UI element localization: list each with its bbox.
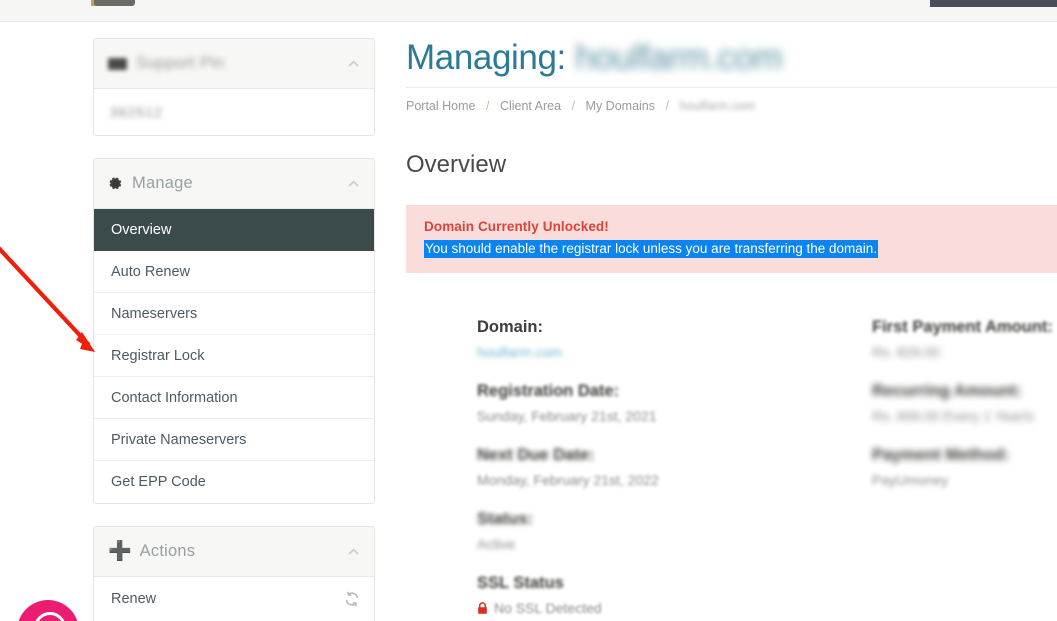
manage-panel-title: Manage bbox=[132, 174, 193, 192]
ssl-status-row: No SSL Detected bbox=[477, 600, 857, 616]
detail-label-registration-date: Registration Date: bbox=[477, 382, 620, 400]
detail-label-domain: Domain: bbox=[477, 318, 543, 336]
sidebar: Support Pin 362512 Manage Overview Auto … bbox=[93, 38, 375, 621]
breadcrumb-portal-home[interactable]: Portal Home bbox=[406, 99, 475, 113]
refresh-icon bbox=[344, 591, 360, 607]
navbar-left-chip[interactable] bbox=[91, 0, 135, 6]
sidebar-item-label: Registrar Lock bbox=[111, 347, 205, 364]
sidebar-item-label: Contact Information bbox=[111, 389, 238, 406]
sidebar-item-overview[interactable]: Overview bbox=[94, 209, 374, 251]
detail-value-next-due-date: Monday, February 21st, 2022 bbox=[477, 472, 659, 488]
detail-label-status: Status: bbox=[477, 510, 533, 528]
detail-value-payment-method: PayUmoney bbox=[872, 472, 949, 488]
breadcrumb: Portal Home / Client Area / My Domains /… bbox=[406, 87, 1057, 113]
top-navbar-strip bbox=[0, 0, 1057, 22]
sidebar-item-label: Private Nameservers bbox=[111, 431, 247, 448]
main-content: Managing: houlfarm.com Portal Home / Cli… bbox=[406, 38, 1057, 273]
chevron-up-icon[interactable] bbox=[347, 177, 360, 190]
detail-value-first-payment-amount: Rs. 829.00 bbox=[872, 344, 940, 360]
breadcrumb-my-domains[interactable]: My Domains bbox=[586, 99, 655, 113]
sidebar-item-registrar-lock[interactable]: Registrar Lock bbox=[94, 335, 374, 377]
support-pin-value: 362512 bbox=[110, 104, 163, 120]
sidebar-item-contact-information[interactable]: Contact Information bbox=[94, 377, 374, 419]
alert-message-selected: You should enable the registrar lock unl… bbox=[424, 240, 879, 258]
sidebar-item-label: Auto Renew bbox=[111, 263, 190, 280]
chat-widget-bubble[interactable] bbox=[17, 600, 79, 621]
support-pin-body: 362512 bbox=[94, 89, 374, 135]
sidebar-item-private-nameservers[interactable]: Private Nameservers bbox=[94, 419, 374, 461]
breadcrumb-separator: / bbox=[665, 99, 669, 113]
chevron-up-icon[interactable] bbox=[347, 545, 360, 558]
actions-list: Renew bbox=[94, 577, 374, 621]
page-title: Managing: houlfarm.com bbox=[406, 38, 1057, 78]
page-title-separator: : bbox=[556, 38, 567, 77]
page-title-domain: houlfarm.com bbox=[575, 38, 783, 77]
ssl-status-value: No SSL Detected bbox=[494, 600, 602, 616]
sidebar-item-label: Overview bbox=[111, 221, 172, 238]
sidebar-item-auto-renew[interactable]: Auto Renew bbox=[94, 251, 374, 293]
detail-value-registration-date: Sunday, February 21st, 2021 bbox=[477, 408, 657, 424]
action-item-label: Renew bbox=[111, 591, 157, 607]
detail-label-ssl-status: SSL Status bbox=[477, 574, 564, 592]
support-pin-panel: Support Pin 362512 bbox=[93, 38, 375, 136]
breadcrumb-separator: / bbox=[485, 99, 490, 113]
breadcrumb-separator: / bbox=[571, 99, 576, 113]
plus-icon: ➕ bbox=[108, 541, 132, 562]
section-title: Overview bbox=[406, 151, 507, 178]
gear-icon bbox=[108, 176, 123, 191]
lock-icon bbox=[477, 601, 488, 615]
manage-panel: Manage Overview Auto Renew Nameservers R… bbox=[93, 158, 375, 504]
support-pin-title: Support Pin bbox=[136, 54, 225, 72]
detail-label-first-payment-amount: First Payment Amount: bbox=[872, 318, 1053, 336]
detail-label-payment-method: Payment Method: bbox=[872, 446, 1010, 464]
details-right-column: First Payment Amount: Rs. 829.00 Recurri… bbox=[872, 318, 1057, 488]
sidebar-item-label: Get EPP Code bbox=[111, 474, 206, 490]
sidebar-item-nameservers[interactable]: Nameservers bbox=[94, 293, 374, 335]
alert-heading: Domain Currently Unlocked! bbox=[424, 219, 609, 234]
page-root: Support Pin 362512 Manage Overview Auto … bbox=[0, 0, 1057, 621]
manage-nav-list: Overview Auto Renew Nameservers Registra… bbox=[94, 209, 374, 503]
actions-panel-header[interactable]: ➕ Actions bbox=[94, 527, 374, 577]
detail-label-recurring-amount: Recurring Amount: bbox=[872, 382, 1022, 400]
navbar-right-chip[interactable] bbox=[930, 0, 1057, 7]
red-arrow-annotation bbox=[0, 246, 95, 352]
breadcrumb-client-area[interactable]: Client Area bbox=[500, 99, 561, 113]
details-left-column: Domain: houlfarm.com Registration Date: … bbox=[477, 318, 857, 616]
domain-unlocked-alert: Domain Currently Unlocked! You should en… bbox=[406, 205, 1057, 273]
detail-value-recurring-amount: Rs. 899.00 Every 1 Year/s bbox=[872, 408, 1034, 424]
detail-value-domain[interactable]: houlfarm.com bbox=[477, 344, 857, 360]
chevron-up-icon[interactable] bbox=[347, 57, 360, 70]
actions-panel: ➕ Actions Renew bbox=[93, 526, 375, 621]
support-pin-panel-header[interactable]: Support Pin bbox=[94, 39, 374, 89]
sidebar-item-label: Nameservers bbox=[111, 305, 198, 322]
pin-icon bbox=[108, 57, 127, 70]
detail-value-status: Active bbox=[477, 536, 516, 552]
actions-panel-title: Actions bbox=[139, 542, 196, 560]
detail-label-next-due-date: Next Due Date: bbox=[477, 446, 595, 464]
action-item-renew[interactable]: Renew bbox=[94, 577, 374, 621]
breadcrumb-current: houlfarm.com bbox=[679, 99, 756, 113]
sidebar-item-get-epp-code[interactable]: Get EPP Code bbox=[94, 461, 374, 503]
manage-panel-header[interactable]: Manage bbox=[94, 159, 374, 209]
page-title-prefix: Managing bbox=[406, 38, 557, 77]
